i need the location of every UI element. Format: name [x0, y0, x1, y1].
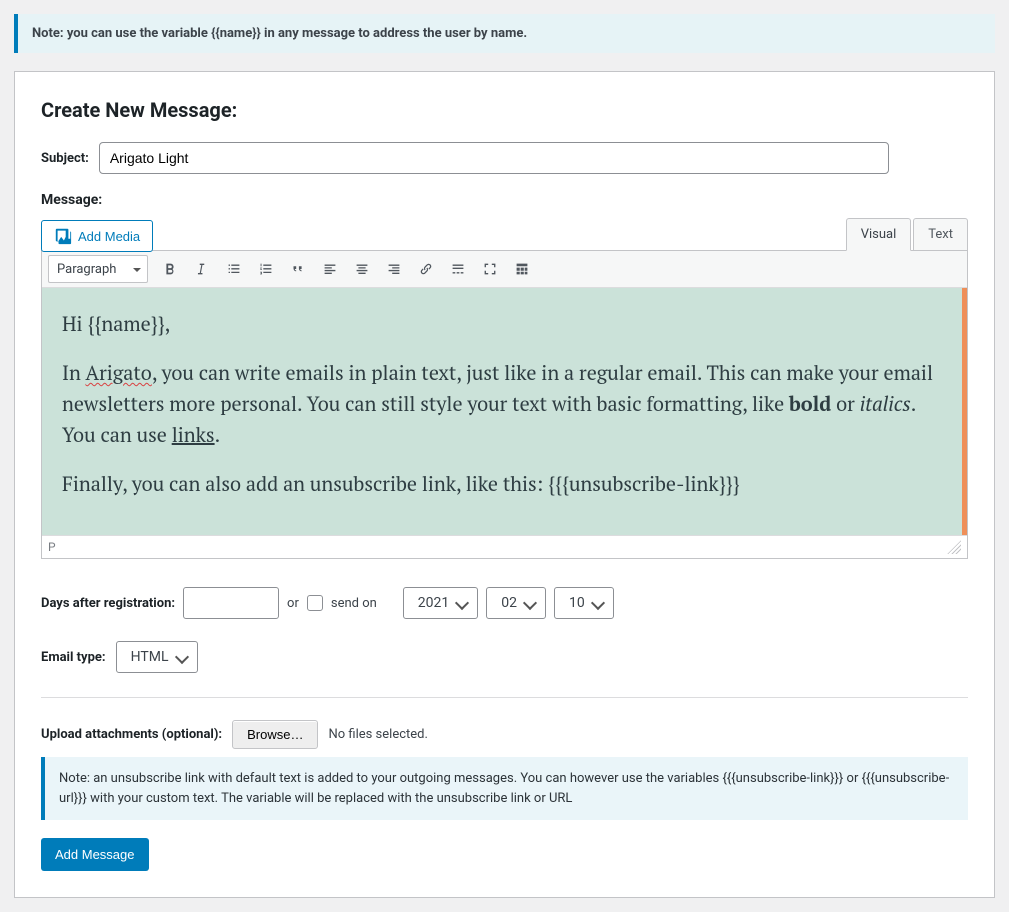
- ol-icon: [257, 260, 275, 278]
- editor-mode-tabs: Visual Text: [41, 218, 968, 251]
- fullscreen-icon: [481, 260, 499, 278]
- resize-handle-icon[interactable]: [947, 540, 961, 554]
- editor-box: Paragraph Hi {{name}}, In Arigato, you c…: [41, 250, 968, 559]
- align-center-button[interactable]: [348, 255, 376, 283]
- subject-input[interactable]: [99, 142, 889, 174]
- bold-icon: [161, 260, 179, 278]
- year-select[interactable]: 2021: [403, 587, 478, 619]
- top-info-note: Note: you can use the variable {{name}} …: [14, 14, 995, 53]
- add-message-button[interactable]: Add Message: [41, 838, 149, 871]
- editor-paragraph: Hi {{name}},: [62, 308, 942, 339]
- bottom-info-note-text: Note: an unsubscribe link with default t…: [59, 771, 949, 806]
- send-on-checkbox[interactable]: [307, 595, 323, 611]
- send-on-label: send on: [331, 596, 377, 611]
- editor-content-area[interactable]: Hi {{name}}, In Arigato, you can write e…: [42, 288, 967, 535]
- upload-attach-label: Upload attachments (optional):: [41, 727, 222, 742]
- browse-button[interactable]: Browse…: [232, 720, 318, 749]
- top-info-note-text: Note: you can use the variable {{name}} …: [32, 26, 527, 41]
- align-center-icon: [353, 260, 371, 278]
- format-select[interactable]: Paragraph: [48, 255, 148, 283]
- align-right-icon: [385, 260, 403, 278]
- kitchen-sink-icon: [513, 260, 531, 278]
- align-left-button[interactable]: [316, 255, 344, 283]
- editor-paragraph: In Arigato, you can write emails in plai…: [62, 357, 942, 450]
- number-list-button[interactable]: [252, 255, 280, 283]
- panel-heading: Create New Message:: [41, 98, 968, 122]
- spellcheck-word: Arigato: [85, 359, 151, 386]
- insert-link-button[interactable]: [412, 255, 440, 283]
- message-label: Message:: [41, 192, 968, 208]
- subject-label: Subject:: [41, 151, 89, 166]
- format-select-value: Paragraph: [57, 262, 116, 277]
- or-text: or: [287, 596, 299, 611]
- link-icon: [417, 260, 435, 278]
- fullscreen-button[interactable]: [476, 255, 504, 283]
- italic-icon: [193, 260, 211, 278]
- editor-path: P: [48, 540, 56, 554]
- days-after-input[interactable]: [183, 587, 279, 619]
- insert-more-button[interactable]: [444, 255, 472, 283]
- schedule-row: Days after registration: or send on 2021…: [41, 587, 968, 619]
- editor-paragraph: Finally, you can also add an unsubscribe…: [62, 468, 942, 499]
- italic-button[interactable]: [188, 255, 216, 283]
- tab-text[interactable]: Text: [913, 218, 968, 251]
- bullet-list-button[interactable]: [220, 255, 248, 283]
- email-type-label: Email type:: [41, 650, 106, 665]
- email-type-select[interactable]: HTML: [116, 641, 198, 673]
- read-more-icon: [449, 260, 467, 278]
- align-left-icon: [321, 260, 339, 278]
- day-select[interactable]: 10: [554, 587, 614, 619]
- no-files-text: No files selected.: [328, 727, 427, 742]
- subject-row: Subject:: [41, 142, 968, 174]
- editor-link[interactable]: links: [172, 421, 215, 448]
- tab-visual[interactable]: Visual: [846, 218, 912, 251]
- days-after-label: Days after registration:: [41, 596, 175, 611]
- bottom-info-note: Note: an unsubscribe link with default t…: [41, 757, 968, 820]
- separator: [41, 697, 968, 698]
- bold-button[interactable]: [156, 255, 184, 283]
- editor-wrap: Visual Text Paragraph: [41, 218, 968, 559]
- editor-toolbar: Paragraph: [42, 251, 967, 288]
- month-select[interactable]: 02: [486, 587, 546, 619]
- create-message-panel: Create New Message: Subject: Message: Ad…: [14, 71, 995, 898]
- ul-icon: [225, 260, 243, 278]
- blockquote-button[interactable]: [284, 255, 312, 283]
- toolbar-toggle-button[interactable]: [508, 255, 536, 283]
- align-right-button[interactable]: [380, 255, 408, 283]
- attachments-row: Upload attachments (optional): Browse… N…: [41, 720, 968, 749]
- email-type-row: Email type: HTML: [41, 641, 968, 673]
- editor-path-bar: P: [42, 535, 967, 558]
- quote-icon: [289, 260, 307, 278]
